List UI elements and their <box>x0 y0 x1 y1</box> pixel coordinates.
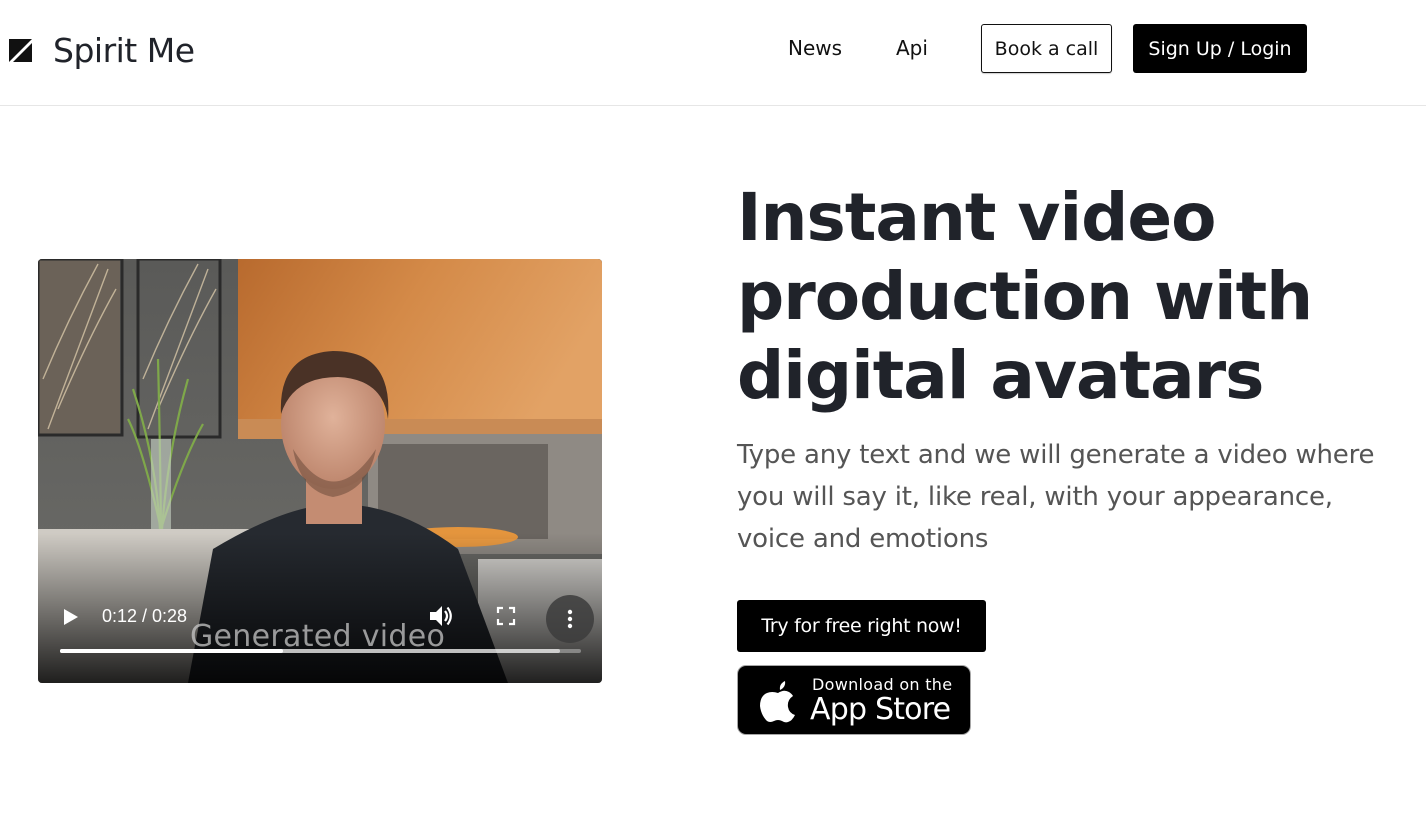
video-player[interactable]: 0:12 / 0:28 Generated video <box>38 259 602 683</box>
logo-icon <box>9 39 32 62</box>
video-progress-bar[interactable] <box>60 649 581 653</box>
app-store-button[interactable]: Download on the App Store <box>737 665 971 735</box>
appstore-big-text: App Store <box>810 692 951 727</box>
nav-link-api[interactable]: Api <box>896 36 928 60</box>
hero-subtitle: Type any text and we will generate a vid… <box>737 440 1375 554</box>
video-time-display: 0:12 / 0:28 <box>102 606 188 626</box>
hero-title: Instant video production with digital av… <box>737 179 1313 414</box>
try-free-button[interactable]: Try for free right now! <box>737 600 986 652</box>
fullscreen-icon[interactable] <box>496 606 516 626</box>
book-call-button[interactable]: Book a call <box>981 24 1112 73</box>
apple-icon <box>760 681 795 723</box>
site-header: Spirit Me News Api Book a call Sign Up /… <box>0 0 1426 106</box>
more-options-button[interactable] <box>546 595 594 643</box>
brand-logo[interactable]: Spirit Me <box>9 31 195 70</box>
video-played-bar <box>60 649 284 653</box>
more-vertical-icon <box>567 609 573 629</box>
brand-name: Spirit Me <box>53 31 195 70</box>
play-icon[interactable] <box>62 607 80 627</box>
signup-login-button[interactable]: Sign Up / Login <box>1133 24 1307 73</box>
volume-icon[interactable] <box>428 603 454 629</box>
nav-link-news[interactable]: News <box>788 36 842 60</box>
